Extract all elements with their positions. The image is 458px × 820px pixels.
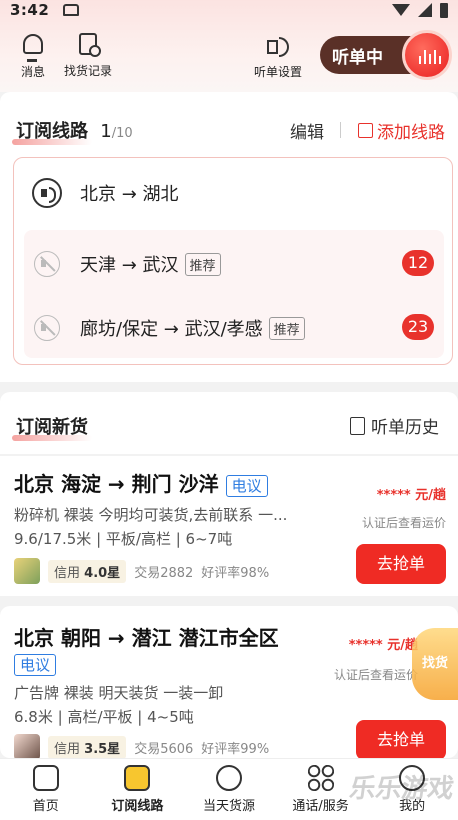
credit-badge: 信用 4.0星 xyxy=(48,559,127,583)
wifi-icon xyxy=(392,4,410,16)
listen-history-label: 听单历史 xyxy=(371,418,439,438)
messages-button[interactable]: 消息 xyxy=(20,32,46,80)
negotiable-tag: 电议 xyxy=(14,654,57,676)
find-goods-float-button[interactable]: 找货 xyxy=(412,628,458,700)
tab-today-label: 当天货源 xyxy=(202,799,255,814)
route-label: 天津 → 武汉 xyxy=(80,255,179,276)
negotiable-tag: 电议 xyxy=(225,475,268,497)
tab-calls-label: 通话/服务 xyxy=(292,799,349,814)
divider xyxy=(340,122,341,138)
status-time: 3:42 xyxy=(10,1,50,19)
tab-today-goods[interactable]: 当天货源 xyxy=(183,759,275,820)
route-label: 廊坊/保定 → 武汉/孝感 xyxy=(80,319,263,340)
listening-toggle[interactable]: 听单中 xyxy=(320,30,452,80)
messages-label: 消息 xyxy=(20,65,45,79)
listening-button[interactable] xyxy=(402,30,452,80)
recommend-tag: 推荐 xyxy=(184,252,221,276)
grab-order-button[interactable]: 去抢单 xyxy=(356,720,446,760)
listen-settings-label: 听单设置 xyxy=(254,65,303,79)
goods-spec: 9.6/17.5米 | 平板/高栏 | 6~7吨 xyxy=(14,530,233,548)
battery-icon xyxy=(440,2,448,18)
shipper-info: 信用 4.0星 交易2882 好评率98% xyxy=(14,558,269,584)
speaker-muted-icon[interactable] xyxy=(34,251,60,277)
goods-item[interactable]: 北京 海淀 → 荆门 沙洋 电议 粉碎机 裸装 今明均可装货,去前联系 一...… xyxy=(0,456,458,596)
positive-rate: 好评率99% xyxy=(201,741,270,757)
avatar xyxy=(14,734,40,760)
route-count-badge: 23 xyxy=(402,314,434,340)
toolbar: 消息 找货记录 听单设置 听单中 xyxy=(0,30,458,82)
car-icon xyxy=(63,4,80,16)
goods-route: 北京 朝阳 → 潜江 潜江市全区 xyxy=(14,626,279,650)
goods-price: ***** 元/趟 xyxy=(376,488,446,503)
route-item-recommended[interactable]: 天津 → 武汉 推荐 xyxy=(34,251,221,277)
sound-bars-icon xyxy=(419,50,441,64)
tab-routes-label: 订阅线路 xyxy=(111,799,164,814)
watermark: 乐乐游戏 xyxy=(347,774,456,804)
goods-route: 北京 海淀 → 荆门 沙洋 电议 xyxy=(14,468,268,497)
recommend-tag: 推荐 xyxy=(268,316,305,340)
goods-item[interactable]: 北京 朝阳 → 潜江 潜江市全区 电议 广告牌 裸装 明天装货 一装一卸 6.8… xyxy=(0,606,458,760)
bell-icon xyxy=(23,34,43,54)
goods-price-note: 认证后查看运价 xyxy=(361,516,446,530)
listen-history-button[interactable]: 听单历史 xyxy=(350,413,439,438)
routes-max: /10 xyxy=(111,126,133,141)
credit-badge: 信用 3.5星 xyxy=(48,735,127,759)
tab-home-label: 首页 xyxy=(32,799,59,814)
routes-title: 订阅线路 1/10 xyxy=(12,117,133,145)
status-bar: 3:42 xyxy=(0,0,458,20)
history-icon xyxy=(350,416,365,435)
tab-home[interactable]: 首页 xyxy=(0,759,92,820)
routes-list: 北京 → 湖北 天津 → 武汉 推荐 12 廊坊/保定 → 武汉/孝感 推荐 2… xyxy=(13,157,453,365)
signal-icon xyxy=(418,3,432,17)
goods-description: 粉碎机 裸装 今明均可装货,去前联系 一... xyxy=(14,506,288,524)
listen-settings-button[interactable]: 听单设置 xyxy=(254,32,302,80)
truck-icon xyxy=(32,765,59,791)
search-document-icon xyxy=(79,33,101,57)
goods-price: ***** 元/趟 xyxy=(348,638,418,653)
add-route-label: 添加线路 xyxy=(377,123,445,143)
grid-icon xyxy=(307,765,334,791)
tab-subscribed-routes[interactable]: 订阅线路 xyxy=(92,759,184,820)
trade-count: 交易5606 xyxy=(134,741,194,757)
add-icon xyxy=(358,123,373,138)
find-goods-label: 找货 xyxy=(421,656,448,671)
listening-label: 听单中 xyxy=(332,48,383,68)
goods-route-text: 北京 海淀 → 荆门 沙洋 xyxy=(14,472,219,496)
goods-description: 广告牌 裸装 明天装货 一装一卸 xyxy=(14,684,224,702)
search-history-button[interactable]: 找货记录 xyxy=(64,32,112,79)
speaker-active-icon[interactable] xyxy=(32,178,62,208)
shipper-info: 信用 3.5星 交易5606 好评率99% xyxy=(14,734,269,760)
add-route-button[interactable]: 添加线路 xyxy=(358,118,445,143)
speaker-icon xyxy=(267,34,289,57)
goods-price-note: 认证后查看运价 xyxy=(333,668,418,682)
clock-icon xyxy=(215,765,242,791)
top-header: 3:42 消息 找货记录 听单设置 听单中 xyxy=(0,0,458,92)
search-history-label: 找货记录 xyxy=(64,64,113,78)
route-count-badge: 12 xyxy=(402,250,434,276)
route-label: 北京 → 湖北 xyxy=(80,184,179,205)
goods-title: 订阅新货 xyxy=(12,413,92,441)
routes-count: 1 xyxy=(100,121,112,142)
edit-button[interactable]: 编辑 xyxy=(290,118,324,143)
speaker-muted-icon[interactable] xyxy=(34,315,60,341)
list-icon xyxy=(124,765,151,791)
trade-count: 交易2882 xyxy=(134,565,194,581)
route-item-active[interactable]: 北京 → 湖北 xyxy=(32,178,179,208)
negotiable-tag-wrap: 电议 xyxy=(14,654,57,676)
route-item-recommended[interactable]: 廊坊/保定 → 武汉/孝感 推荐 xyxy=(34,315,305,341)
grab-order-button[interactable]: 去抢单 xyxy=(356,544,446,584)
positive-rate: 好评率98% xyxy=(201,565,270,581)
goods-header: 订阅新货 听单历史 xyxy=(0,392,458,454)
goods-spec: 6.8米 | 高栏/平板 | 4~5吨 xyxy=(14,708,194,726)
avatar xyxy=(14,558,40,584)
